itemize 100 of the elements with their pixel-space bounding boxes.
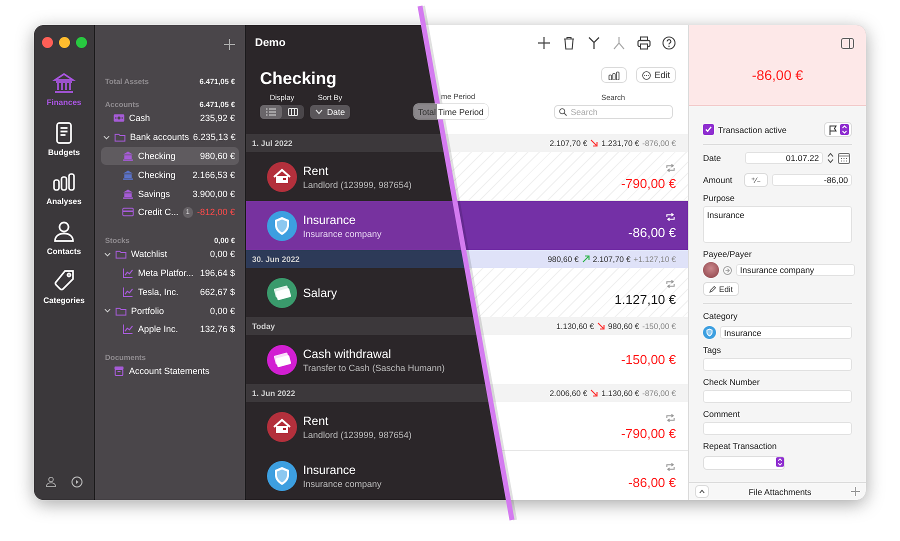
field-label: Category xyxy=(703,311,738,321)
account-item[interactable]: Account Statements xyxy=(101,362,239,381)
date-header: 30. Jun 2022 xyxy=(252,254,300,264)
account-item[interactable]: Portfolio 0,00 € xyxy=(101,301,239,320)
banknote-icon xyxy=(267,344,297,374)
purpose-field[interactable]: Insurance xyxy=(703,206,852,243)
account-item[interactable]: Savings 3.900,00 € xyxy=(101,184,239,203)
sign-toggle-button[interactable]: ⁺∕₋ xyxy=(744,173,768,187)
balance-change: +1.127,10 € xyxy=(634,254,676,264)
play-circle-icon[interactable] xyxy=(71,476,83,488)
balance-after: 2.107,70 € xyxy=(592,254,631,264)
calendar-icon[interactable] xyxy=(838,152,850,164)
view-switcher[interactable] xyxy=(260,105,304,119)
help-icon[interactable] xyxy=(662,36,676,50)
field-label: Check Number xyxy=(703,377,761,387)
transaction-amount: 1.127,10 € xyxy=(614,292,676,306)
account-balance: 662,67 $ xyxy=(200,286,235,297)
date-field[interactable]: 01.07.22 xyxy=(745,152,823,164)
chart-button[interactable] xyxy=(601,67,628,83)
tags-field[interactable] xyxy=(703,358,852,371)
minimize-button[interactable] xyxy=(58,37,70,48)
field-label: Purpose xyxy=(703,193,736,203)
transaction-subtitle: Transfer to Cash (Sascha Humann) xyxy=(303,362,445,372)
balance-after: 980,60 € xyxy=(608,322,640,330)
printer-icon[interactable] xyxy=(637,36,651,50)
account-balance: 0,00 € xyxy=(210,249,235,260)
fork-icon[interactable] xyxy=(587,36,601,50)
account-item[interactable]: Checking 980,60 € xyxy=(101,146,239,166)
columns-icon[interactable] xyxy=(288,108,298,116)
account-item[interactable]: Cash 235,92 € xyxy=(101,109,239,128)
account-balance: 196,64 $ xyxy=(200,268,235,278)
add-icon[interactable] xyxy=(224,38,235,50)
edit-button[interactable]: Edit xyxy=(636,67,676,83)
nav-item[interactable]: Categories xyxy=(43,269,85,318)
edit-button[interactable]: Edit xyxy=(703,282,739,296)
account-item[interactable]: Meta Platfor... 196,64 $ xyxy=(101,264,239,282)
stepper-icon xyxy=(776,457,784,467)
account-balance: -812,00 € xyxy=(196,207,235,218)
stepper-icon xyxy=(840,124,849,135)
balance-change: -876,00 € xyxy=(642,138,676,148)
account-name: Account Statements xyxy=(129,366,211,376)
nav-item[interactable]: Contacts xyxy=(46,220,82,269)
account-name: Meta Platfor... xyxy=(138,268,195,278)
shield-icon xyxy=(267,210,297,240)
comment-field[interactable] xyxy=(703,422,852,435)
account-name: Credit C... xyxy=(138,207,179,218)
account-item[interactable]: Checking 2.166,53 € xyxy=(101,165,239,184)
add-icon[interactable] xyxy=(537,36,551,50)
transaction-amount: -150,00 € xyxy=(621,352,676,367)
person-icon xyxy=(52,220,76,244)
transaction-subtitle: Insurance company xyxy=(303,478,382,488)
list-icon[interactable] xyxy=(266,108,276,116)
transaction-subtitle: Insurance company xyxy=(303,228,382,238)
close-button[interactable] xyxy=(42,37,52,48)
category-field[interactable]: Insurance xyxy=(720,326,852,339)
sort-popup[interactable]: Date xyxy=(310,105,350,119)
account-name: Watchlist xyxy=(131,249,168,260)
period-button[interactable]: Total Time Period xyxy=(414,104,488,119)
chevron-down-icon xyxy=(315,109,323,115)
account-balance: 132,76 $ xyxy=(200,324,235,334)
date-header: Today xyxy=(252,322,275,330)
account-balance: 6.235,13 € xyxy=(193,132,236,142)
transaction-amount: -86,00 € xyxy=(628,224,676,240)
transaction-row[interactable]: Insurance Insurance company -86,00 € xyxy=(246,201,688,250)
account-name: Checking xyxy=(138,170,177,180)
account-item[interactable]: Bank accounts 6.235,13 € xyxy=(101,128,239,147)
account-name: Checking xyxy=(138,150,177,161)
account-name: Portfolio xyxy=(131,306,166,316)
search-field[interactable]: Search xyxy=(554,105,673,119)
chevron-down-icon[interactable] xyxy=(103,134,110,141)
account-item[interactable]: Tesla, Inc. 662,67 $ xyxy=(101,282,239,302)
zoom-button[interactable] xyxy=(76,37,86,48)
field-label: Date xyxy=(703,153,722,163)
trash-icon[interactable] xyxy=(562,36,576,50)
collapse-button[interactable] xyxy=(695,485,709,498)
amount-field[interactable]: -86,00 xyxy=(772,174,852,186)
house-icon xyxy=(267,162,297,192)
balance-before: 1.130,60 € xyxy=(556,322,594,330)
chevron-down-icon[interactable] xyxy=(104,250,110,258)
person-icon[interactable] xyxy=(45,476,57,488)
account-balance: 3.900,00 € xyxy=(192,188,235,199)
nav-item[interactable]: Budgets xyxy=(48,120,80,170)
sidebar-toggle-icon[interactable] xyxy=(841,38,854,49)
account-item[interactable]: Watchlist 0,00 € xyxy=(101,244,239,264)
flag-popup[interactable] xyxy=(824,122,852,137)
repeat-popup[interactable] xyxy=(703,456,785,470)
nav-item[interactable]: Analyses xyxy=(46,170,82,220)
flag-icon xyxy=(829,124,837,134)
chevron-down-icon[interactable] xyxy=(104,307,110,314)
field-label: Payee/Payer xyxy=(703,249,753,259)
shield-icon xyxy=(703,326,716,339)
payee-field[interactable]: Insurance company xyxy=(736,264,855,276)
checkbox[interactable] xyxy=(703,124,714,135)
check-number-field[interactable] xyxy=(703,390,852,403)
stepper-icon[interactable] xyxy=(827,152,834,164)
account-item[interactable]: Apple Inc. 132,76 $ xyxy=(101,320,239,339)
arrow-circle-icon[interactable] xyxy=(723,266,732,274)
bar-chart-icon xyxy=(52,170,76,194)
transaction-subtitle: Landlord (123999, 987654) xyxy=(303,430,412,440)
tag-icon xyxy=(52,269,76,293)
